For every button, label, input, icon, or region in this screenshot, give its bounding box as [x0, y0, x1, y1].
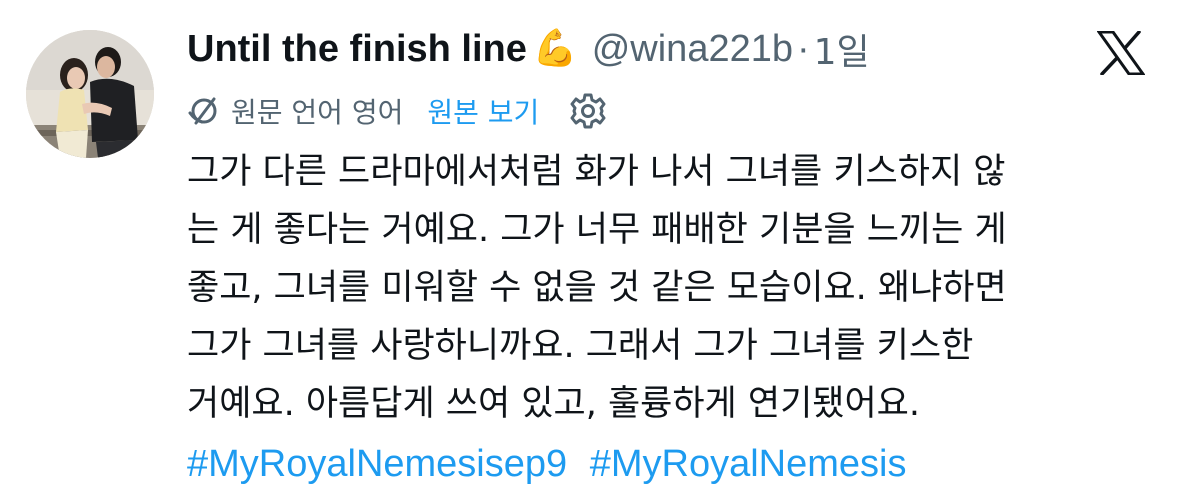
- tweet-text-line: 는 게 좋다는 거예요. 그가 너무 패배한 기분을 느끼는 게: [187, 210, 1007, 250]
- hashtag-link[interactable]: #MyRoyalNemesisep9: [187, 443, 567, 485]
- hashtag-link[interactable]: #MyRoyalNemesis: [590, 443, 907, 485]
- tweet-text-line: 그가 다른 드라마에서처럼 화가 나서 그녀를 키스하지 않: [187, 152, 1006, 192]
- view-original-link[interactable]: 원본 보기: [427, 91, 539, 131]
- translated-from-label: 원문 언어 영어: [231, 96, 404, 129]
- gear-icon[interactable]: [569, 92, 607, 130]
- avatar-photo: [26, 30, 154, 158]
- user-handle[interactable]: @wina221b: [592, 28, 793, 71]
- separator-dot: ·: [796, 27, 810, 70]
- tweet-header: Until the finish line 💪 @wina221b · 1일: [187, 24, 870, 74]
- translation-bar: 원문 언어 영어 원본 보기: [187, 88, 607, 134]
- avatar[interactable]: [26, 30, 154, 158]
- tweet-card: Until the finish line 💪 @wina221b · 1일 원…: [0, 0, 1178, 501]
- timestamp[interactable]: 1일: [814, 23, 870, 75]
- display-name[interactable]: Until the finish line: [187, 28, 527, 71]
- tweet-text: 그가 다른 드라마에서처럼 화가 나서 그녀를 키스하지 않 는 게 좋다는 거…: [187, 143, 1157, 433]
- translate-icon: [188, 97, 217, 125]
- hashtag-list: #MyRoyalNemesisep9 #MyRoyalNemesis: [187, 436, 906, 492]
- x-logo-icon[interactable]: [1097, 31, 1145, 75]
- tweet-text-line: 그가 그녀를 사랑하니까요. 그래서 그가 그녀를 키스한: [187, 326, 974, 366]
- flexed-biceps-emoji: 💪: [532, 28, 578, 69]
- tweet-text-line: 거예요. 아름답게 쓰여 있고, 훌륭하게 연기됐어요.: [187, 384, 921, 424]
- tweet-text-line: 좋고, 그녀를 미워할 수 없을 것 같은 모습이요. 왜냐하면: [187, 268, 1007, 308]
